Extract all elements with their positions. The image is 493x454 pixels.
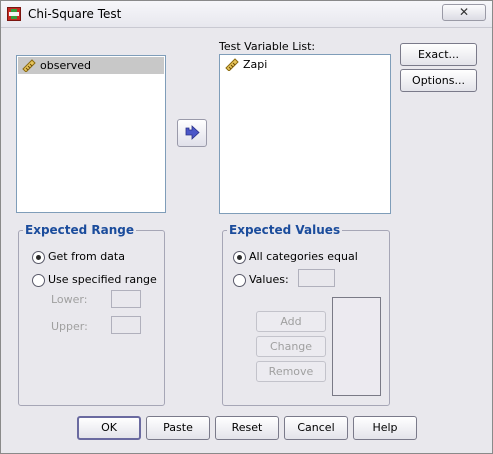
source-variable-list[interactable]: observed <box>16 55 166 213</box>
values-radio[interactable] <box>233 274 246 287</box>
options-button-label: Options... <box>412 74 465 87</box>
remove-button[interactable]: Remove <box>256 361 326 382</box>
reset-button[interactable]: Reset <box>215 416 279 440</box>
test-variable-list-label: Test Variable List: <box>219 40 316 53</box>
upper-field[interactable] <box>111 316 141 334</box>
use-specified-range-radio[interactable] <box>32 274 45 287</box>
scale-ruler-icon <box>225 58 239 71</box>
get-from-data-label: Get from data <box>48 250 125 263</box>
values-field[interactable] <box>298 269 335 287</box>
right-arrow-icon <box>185 125 200 140</box>
paste-button-label: Paste <box>163 421 193 434</box>
all-categories-equal-radio[interactable] <box>233 251 246 264</box>
close-button[interactable]: ✕ <box>442 4 486 21</box>
use-specified-range-label: Use specified range <box>48 273 157 286</box>
title-bar: Chi-Square Test ✕ <box>1 1 492 28</box>
list-item-label: Zapi <box>243 58 268 71</box>
list-item[interactable]: observed <box>18 57 164 74</box>
test-variable-list[interactable]: Zapi <box>219 54 391 214</box>
add-button-label: Add <box>280 315 302 328</box>
cancel-button[interactable]: Cancel <box>284 416 348 440</box>
help-button[interactable]: Help <box>353 416 417 440</box>
cancel-button-label: Cancel <box>297 421 335 434</box>
ok-button[interactable]: OK <box>77 416 141 440</box>
add-button[interactable]: Add <box>256 311 326 332</box>
options-button[interactable]: Options... <box>400 69 477 92</box>
app-icon <box>7 7 21 21</box>
lower-field[interactable] <box>111 290 141 308</box>
expected-values-title: Expected Values <box>227 223 343 237</box>
all-categories-equal-label: All categories equal <box>249 250 358 263</box>
change-button[interactable]: Change <box>256 336 326 357</box>
list-item-label: observed <box>40 59 91 72</box>
list-item[interactable]: Zapi <box>221 56 389 73</box>
scale-ruler-icon <box>22 59 36 72</box>
exact-button-label: Exact... <box>417 48 460 61</box>
upper-label: Upper: <box>51 320 88 333</box>
expected-values-list[interactable] <box>332 297 381 396</box>
move-to-test-list-button[interactable] <box>177 119 207 147</box>
chi-square-dialog: Chi-Square Test ✕ observed Test Variable… <box>0 0 493 454</box>
paste-button[interactable]: Paste <box>146 416 210 440</box>
values-label: Values: <box>249 273 289 286</box>
lower-label: Lower: <box>51 293 88 306</box>
window-title: Chi-Square Test <box>28 7 122 21</box>
help-button-label: Help <box>372 421 398 434</box>
ok-button-label: OK <box>101 421 117 434</box>
expected-range-title: Expected Range <box>23 223 137 237</box>
remove-button-label: Remove <box>268 365 314 378</box>
exact-button[interactable]: Exact... <box>400 43 477 66</box>
get-from-data-radio[interactable] <box>32 251 45 264</box>
change-button-label: Change <box>269 340 313 353</box>
reset-button-label: Reset <box>231 421 263 434</box>
